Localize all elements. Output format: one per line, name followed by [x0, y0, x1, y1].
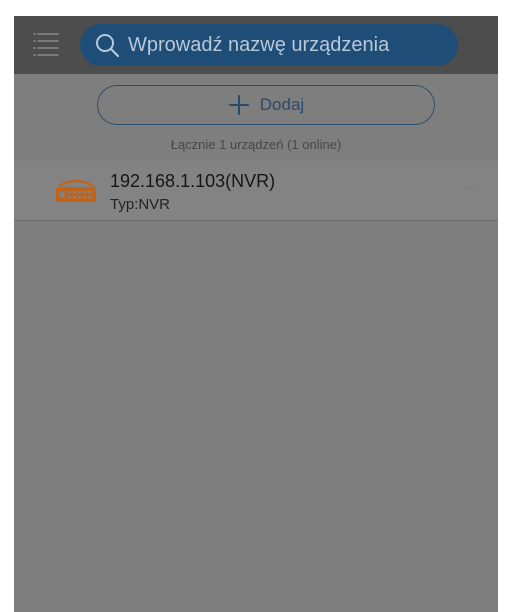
search-bar[interactable]	[80, 24, 458, 66]
nvr-recorder-icon	[56, 179, 96, 202]
add-device-button[interactable]: Dodaj	[97, 85, 435, 125]
top-bar	[14, 16, 498, 74]
device-type: Typ:NVR	[110, 196, 171, 213]
search-icon	[96, 34, 120, 58]
add-device-label: Dodaj	[259, 95, 305, 114]
device-name: 192.168.1.103(NVR)	[110, 171, 276, 191]
hamburger-menu-icon[interactable]	[30, 28, 62, 60]
search-input[interactable]	[128, 24, 448, 66]
device-count-summary: Łącznie 1 urządzeń (1 online)	[170, 137, 342, 152]
device-list-screen: Dodaj Łącznie 1 urządzeń (1 online) 192.…	[14, 16, 498, 612]
plus-icon	[228, 95, 249, 115]
device-list-item[interactable]: 192.168.1.103(NVR) Typ:NVR ···	[14, 161, 498, 221]
more-options-icon[interactable]: ···	[458, 179, 484, 199]
